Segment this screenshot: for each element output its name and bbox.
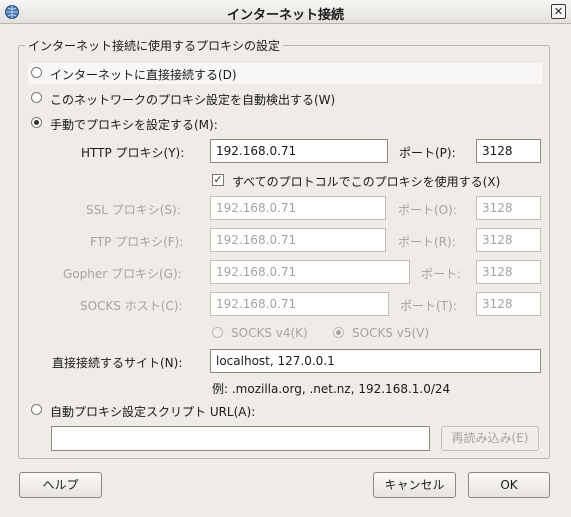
ftp-proxy-label: FTP プロキシ(F): — [90, 235, 184, 249]
direct-connection-radio[interactable] — [31, 67, 42, 78]
socks-host-input[interactable]: 192.168.0.71 — [210, 292, 389, 316]
socks-v4-label[interactable]: SOCKS v4(K) — [231, 326, 308, 340]
no-proxy-input[interactable]: localhost, 127.0.0.1 — [210, 349, 541, 373]
auto-config-url-input[interactable] — [51, 426, 430, 451]
manual-proxy-radio[interactable] — [31, 117, 42, 128]
auto-detect-radio[interactable] — [31, 92, 42, 103]
http-port-label: ポート(P): — [399, 146, 456, 160]
socks-host-label: SOCKS ホスト(C): — [80, 299, 183, 313]
socks-port-label: ポート(T): — [400, 299, 457, 313]
ok-button[interactable]: OK — [468, 472, 550, 498]
ftp-proxy-input[interactable]: 192.168.0.71 — [210, 228, 386, 252]
auto-detect-label[interactable]: このネットワークのプロキシ設定を自動検出する(W) — [50, 91, 335, 108]
socks-v5-radio[interactable] — [333, 327, 344, 338]
socks-port-input[interactable]: 3128 — [476, 292, 541, 316]
ssl-proxy-label: SSL プロキシ(S): — [86, 203, 181, 217]
group-legend: インターネット接続に使用するプロキシの設定 — [25, 37, 284, 54]
gopher-port-label: ポート: — [421, 267, 462, 281]
ssl-proxy-input[interactable]: 192.168.0.71 — [210, 196, 386, 220]
use-all-protocols-label[interactable]: すべてのプロトコルでこのプロキシを使用する(X) — [232, 173, 500, 190]
ftp-port-label: ポート(R): — [398, 235, 456, 249]
socks-v5-label[interactable]: SOCKS v5(V) — [352, 326, 429, 340]
reload-button[interactable]: 再読み込み(E) — [441, 426, 539, 451]
cancel-button[interactable]: キャンセル — [373, 472, 456, 498]
socks-v4-radio[interactable] — [212, 327, 223, 338]
gopher-port-input[interactable]: 3128 — [476, 260, 541, 284]
help-button[interactable]: ヘルプ — [19, 472, 102, 498]
auto-config-label[interactable]: 自動プロキシ設定スクリプト URL(A): — [50, 403, 255, 420]
http-proxy-label: HTTP プロキシ(Y): — [81, 146, 185, 160]
close-icon[interactable]: ✕ — [551, 4, 566, 19]
gopher-proxy-input[interactable]: 192.168.0.71 — [210, 260, 410, 284]
title-bar: インターネット接続 ✕ — [0, 0, 571, 24]
ssl-port-label: ポート(O): — [398, 203, 457, 217]
use-all-protocols-checkbox[interactable]: ✓ — [212, 174, 224, 186]
ssl-port-input[interactable]: 3128 — [476, 196, 541, 220]
no-proxy-example: 例: .mozilla.org, .net.nz, 192.168.1.0/24 — [212, 382, 451, 396]
direct-connection-label[interactable]: インターネットに直接接続する(D) — [50, 66, 237, 83]
window-title: インターネット接続 — [226, 8, 344, 23]
auto-config-radio[interactable] — [31, 404, 42, 415]
no-proxy-label: 直接接続するサイト(N): — [52, 356, 183, 370]
http-proxy-input[interactable]: 192.168.0.71 — [210, 139, 388, 163]
gopher-proxy-label: Gopher プロキシ(G): — [63, 267, 182, 281]
ftp-port-input[interactable]: 3128 — [476, 228, 541, 252]
manual-proxy-label[interactable]: 手動でプロキシを設定する(M): — [50, 116, 218, 133]
http-port-input[interactable]: 3128 — [476, 139, 541, 163]
